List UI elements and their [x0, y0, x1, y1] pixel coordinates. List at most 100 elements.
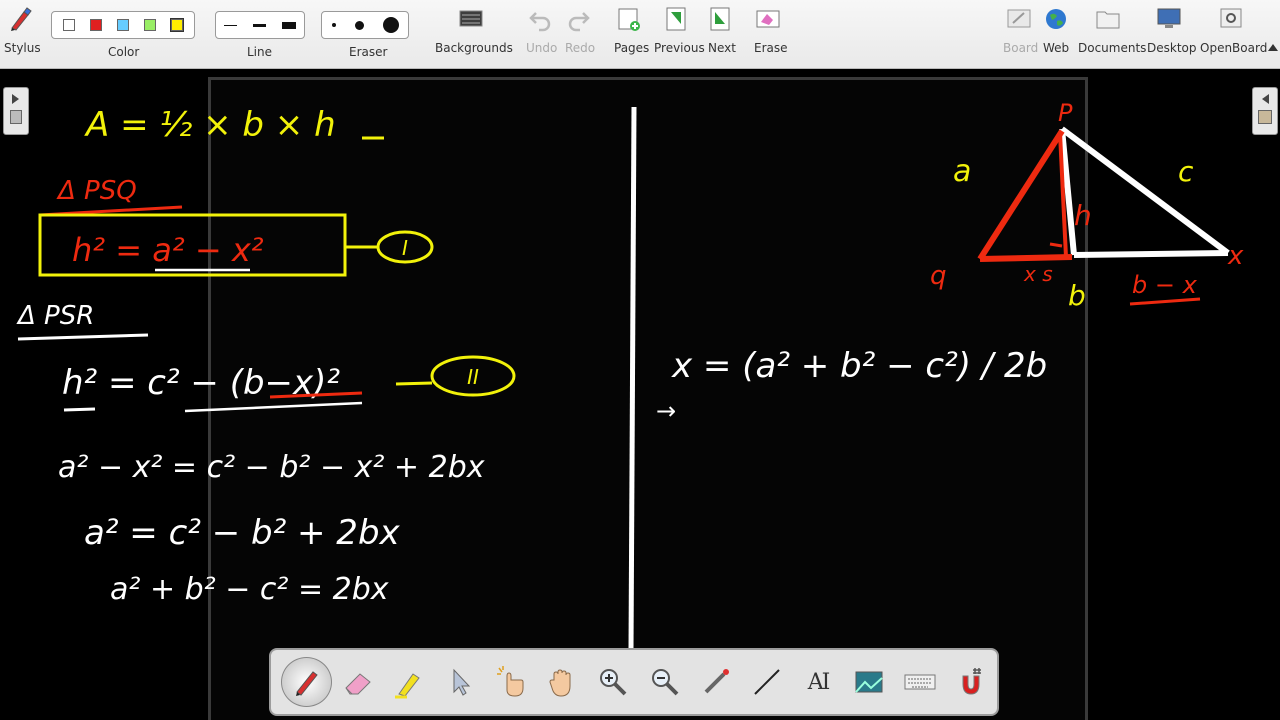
eraser-sizes	[321, 11, 409, 39]
eq-h2-underline-h	[63, 407, 96, 412]
desktop-button[interactable]: Desktop	[1144, 0, 1197, 68]
line-icon	[754, 669, 780, 695]
erase-button[interactable]: Erase	[750, 0, 788, 68]
next-button[interactable]: Next	[704, 0, 736, 68]
segment-bx-underline	[1129, 297, 1201, 306]
redo-icon	[568, 12, 590, 32]
vertex-x: x	[1227, 241, 1244, 271]
label-psr: Δ PSR	[16, 301, 94, 331]
zoom-in-tool[interactable]	[588, 657, 639, 707]
virtual-keyboard-tool[interactable]	[895, 657, 946, 707]
web-button[interactable]: Web	[1040, 0, 1072, 68]
laser-pointer-tool[interactable]	[690, 657, 741, 707]
eraser-tool[interactable]	[332, 657, 383, 707]
text-tool-label: AI	[807, 669, 831, 695]
line-thick[interactable]	[282, 21, 296, 29]
swatch-yellow[interactable]	[169, 18, 184, 32]
right-angle-mark	[1049, 242, 1063, 248]
next-page-icon	[710, 7, 730, 31]
psr-underline	[17, 333, 149, 341]
side-c-label: c	[1178, 155, 1194, 188]
swatch-red[interactable]	[90, 19, 103, 31]
backgrounds-icon	[459, 10, 483, 27]
openboard-label: OpenBoard	[1200, 41, 1268, 55]
documents-label: Documents	[1078, 41, 1147, 55]
settings-gear-icon	[1220, 8, 1242, 28]
top-toolbar: Stylus Color Line Eraser Backgrounds Und…	[0, 0, 1280, 69]
chevron-up-icon	[1268, 44, 1278, 51]
eraser-small[interactable]	[331, 23, 336, 27]
magnifier-tool[interactable]	[946, 657, 997, 707]
openboard-button[interactable]: OpenBoard	[1198, 0, 1268, 68]
pen-icon	[295, 671, 318, 696]
base-left	[979, 254, 1073, 262]
board-icon	[1007, 9, 1031, 28]
previous-label: Previous	[654, 41, 705, 55]
line-thin[interactable]	[224, 24, 237, 26]
documents-button[interactable]: Documents	[1076, 0, 1146, 68]
eraser-medium[interactable]	[354, 20, 364, 30]
hand-tool[interactable]	[537, 657, 588, 707]
backgrounds-button[interactable]: Backgrounds	[432, 0, 513, 68]
interactor-tool[interactable]	[486, 657, 537, 707]
undo-button[interactable]: Undo	[524, 0, 557, 68]
stylus-button[interactable]: Stylus	[0, 0, 41, 68]
whiteboard-canvas[interactable]: A = ½ × b × h Δ PSQ h² = a² − x² I Δ PSR…	[0, 69, 1280, 720]
label-2: II	[467, 365, 479, 389]
zoom-in-icon	[600, 669, 627, 696]
folder-icon	[1096, 11, 1120, 29]
eraser-label: Eraser	[349, 45, 388, 59]
eraser-icon	[345, 673, 371, 695]
line-medium[interactable]	[253, 23, 266, 27]
connector-2	[395, 381, 433, 386]
eraser-group: Eraser	[320, 0, 412, 68]
line-tool[interactable]	[741, 657, 792, 707]
tool-palette: AI	[269, 648, 999, 716]
keyboard-icon	[904, 674, 936, 690]
eraser-large[interactable]	[382, 17, 399, 33]
swatch-green[interactable]	[143, 19, 156, 31]
cursor-arrow-icon	[453, 668, 471, 696]
side-a	[977, 129, 1065, 261]
eq-h2-underline	[184, 401, 363, 413]
color-label: Color	[108, 45, 140, 59]
redo-button[interactable]: Redo	[563, 0, 595, 68]
next-label: Next	[708, 41, 736, 55]
color-swatches	[51, 11, 195, 39]
highlighter-icon	[394, 673, 420, 699]
eq-step1: a² − x² = c² − b² − x² + 2bx	[58, 450, 485, 485]
side-c	[1060, 126, 1230, 256]
toolbar-overflow-button[interactable]	[1266, 0, 1280, 68]
desktop-label: Desktop	[1147, 41, 1197, 55]
eq-step3: a² + b² − c² = 2bx	[110, 572, 389, 607]
divider-stroke	[628, 106, 637, 650]
marker-tool[interactable]	[383, 657, 434, 707]
monitor-icon	[1157, 8, 1181, 28]
swatch-white[interactable]	[63, 19, 76, 31]
stylus-label: Stylus	[4, 41, 41, 55]
altitude-h-label: h	[1074, 199, 1092, 232]
board-button[interactable]: Board	[1001, 0, 1039, 68]
line-widths	[215, 11, 305, 39]
redo-label: Redo	[565, 41, 596, 55]
pages-button[interactable]: Pages	[611, 0, 650, 68]
pages-label: Pages	[614, 41, 650, 55]
triangle-figure	[977, 126, 1230, 262]
erase-board-icon	[756, 10, 780, 28]
board-label: Board	[1003, 41, 1039, 55]
label-1: I	[402, 236, 408, 260]
zoom-out-tool[interactable]	[639, 657, 690, 707]
capture-tool[interactable]	[844, 657, 895, 707]
swatch-blue[interactable]	[116, 19, 129, 31]
backgrounds-label: Backgrounds	[435, 41, 513, 55]
side-a-label: a	[953, 154, 971, 189]
eq-area: A = ½ × b × h	[84, 105, 336, 145]
eq-step2: a² = c² − b² + 2bx	[84, 513, 401, 553]
text-tool[interactable]: AI	[792, 657, 843, 707]
selector-tool[interactable]	[434, 657, 485, 707]
previous-button[interactable]: Previous	[652, 0, 705, 68]
line-group: Line	[213, 0, 308, 68]
base-right	[1073, 250, 1229, 258]
zoom-out-icon	[651, 669, 678, 696]
pen-tool[interactable]	[281, 657, 333, 707]
